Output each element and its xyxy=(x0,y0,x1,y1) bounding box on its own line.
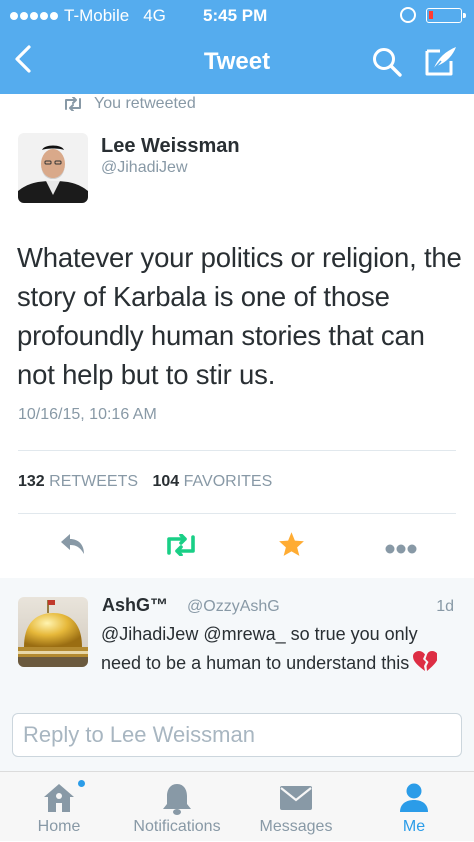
person-icon xyxy=(398,782,430,819)
tweet-text: Whatever your politics or religion, the … xyxy=(17,242,462,390)
rotation-lock-icon xyxy=(400,7,416,23)
tab-messages-label: Messages xyxy=(259,818,333,835)
tab-me[interactable]: Me xyxy=(372,772,456,842)
broken-heart-icon xyxy=(413,650,439,681)
tab-me-label: Me xyxy=(402,818,426,835)
tweet-timestamp: 10/16/15, 10:16 AM xyxy=(18,406,157,423)
reply-timestamp: 1d xyxy=(436,598,454,615)
reply-button[interactable] xyxy=(58,532,86,561)
favorites-count: 104 xyxy=(152,473,180,490)
star-icon xyxy=(279,532,304,556)
tab-notifications-label: Notifications xyxy=(133,818,221,835)
retweets-count: 132 xyxy=(18,473,45,490)
favorites-stat[interactable]: 104 FAVORITES xyxy=(153,473,273,490)
reply-icon xyxy=(61,534,84,554)
favorites-label: FAVORITES xyxy=(183,473,273,490)
tweet-stats: 132 RETWEETS 104 FAVORITES xyxy=(18,473,272,491)
new-tweets-indicator xyxy=(78,780,85,787)
network-type: 4G xyxy=(143,6,166,25)
author-avatar[interactable] xyxy=(18,133,88,203)
compose-icon xyxy=(425,47,456,76)
retweet-context: You retweeted xyxy=(62,95,196,113)
carrier-name: T-Mobile xyxy=(64,6,130,25)
reply-text: @JihadiJew @mrewa_ so true you only need… xyxy=(101,624,418,673)
status-icons xyxy=(400,7,466,23)
compose-tweet-button[interactable] xyxy=(424,45,458,82)
retweet-button[interactable] xyxy=(163,533,199,561)
reply-author-name[interactable]: AshG™ xyxy=(102,595,168,616)
more-options-button[interactable] xyxy=(385,541,417,559)
carrier-info: T-Mobile 4G xyxy=(10,6,166,26)
signal-strength-icon xyxy=(10,12,58,20)
favorite-button[interactable] xyxy=(278,531,305,562)
reply-author-handle[interactable]: @OzzyAshG xyxy=(187,598,280,616)
retweet-icon xyxy=(167,533,195,557)
retweets-stat[interactable]: 132 RETWEETS xyxy=(18,473,138,490)
search-button[interactable] xyxy=(371,46,403,83)
bell-icon xyxy=(162,782,192,821)
navigation-bar: Tweet xyxy=(0,30,474,94)
reply-text-block: @JihadiJew @mrewa_ so true you only need… xyxy=(101,620,451,680)
tab-notifications[interactable]: Notifications xyxy=(122,772,232,842)
search-icon xyxy=(373,48,402,77)
author-handle[interactable]: @JihadiJew xyxy=(101,159,188,177)
reply-avatar[interactable] xyxy=(18,597,88,667)
reply-input[interactable] xyxy=(13,714,461,756)
retweet-icon xyxy=(65,97,81,111)
retweet-context-label: You retweeted xyxy=(94,95,196,112)
tab-messages[interactable]: Messages xyxy=(250,772,342,842)
reply-input-box[interactable] xyxy=(12,713,462,757)
tab-home-label: Home xyxy=(37,818,81,835)
status-bar: T-Mobile 4G 5:45 PM xyxy=(0,0,474,30)
tab-home[interactable]: Home xyxy=(14,772,104,842)
tab-bar: Home Notifications Messages Me xyxy=(0,771,474,841)
home-icon xyxy=(42,782,76,819)
envelope-icon xyxy=(279,785,313,816)
divider xyxy=(18,513,456,514)
retweets-label: RETWEETS xyxy=(49,473,139,490)
author-name[interactable]: Lee Weissman xyxy=(101,135,240,158)
battery-icon xyxy=(426,7,466,23)
clock: 5:45 PM xyxy=(203,6,268,25)
divider xyxy=(18,450,456,451)
tweet-actions xyxy=(0,528,474,564)
more-dots-icon xyxy=(385,544,417,554)
